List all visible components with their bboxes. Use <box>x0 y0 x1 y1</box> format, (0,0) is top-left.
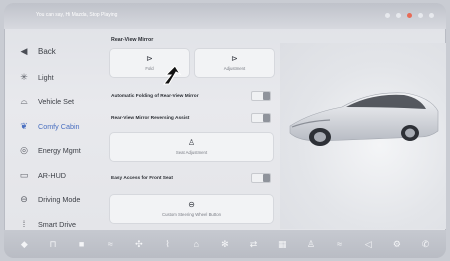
reversing-assist-row: Rear-View Mirror Reversing Assist <box>107 107 279 129</box>
sidebar: ◀ Back ✳ Light ⌓ Vehicle Set ❦ Comfy Cab… <box>4 37 108 237</box>
voice-hint: You can say, Hi Mazda, Stop Playing <box>36 12 118 18</box>
adjustment-button[interactable]: ⊳ Adjustment <box>195 49 274 77</box>
light-icon: ✳ <box>20 71 28 82</box>
sidebar-item-label: Light <box>38 72 54 82</box>
easy-access-row: Easy Access for Front Seat <box>107 167 279 189</box>
easy-access-toggle[interactable] <box>251 173 271 183</box>
back-button[interactable]: ◀ Back <box>4 37 108 65</box>
seat-icon: ❦ <box>20 120 28 131</box>
hud-icon: ▭ <box>19 169 29 180</box>
section-title: Rear-View Mirror <box>111 37 154 43</box>
sidebar-item-label: Comfy Cabin <box>38 121 80 131</box>
mirror-button-row: ⊳ Fold ⊳ Adjustment <box>107 49 279 77</box>
reversing-assist-toggle[interactable] <box>251 113 271 123</box>
menu-icon[interactable]: ■ <box>75 239 89 249</box>
sidebar-item-light[interactable]: ✳ Light <box>4 65 108 90</box>
status-bar: You can say, Hi Mazda, Stop Playing <box>4 3 446 29</box>
fan-icon[interactable]: ✣ <box>132 239 146 250</box>
steering-wheel-button[interactable]: ⊖ Custom Steering Wheel Button <box>110 195 273 223</box>
seat-heat-icon[interactable]: ⌇ <box>161 239 175 250</box>
adjustment-label: Adjustment <box>223 66 246 71</box>
mirror-adjust-icon: ⊳ <box>231 54 238 63</box>
sidebar-item-label: Energy Mgmt <box>38 146 81 156</box>
apps-icon[interactable]: ⊓ <box>46 239 60 250</box>
phone-icon[interactable]: ✆ <box>419 239 433 250</box>
volume-icon[interactable]: ◁ <box>361 239 375 250</box>
ac-icon[interactable]: ✻ <box>218 239 232 250</box>
rear-defrost-icon[interactable]: ▦ <box>275 239 289 250</box>
sidebar-item-label: AR-HUD <box>38 170 66 180</box>
steering-button-label: Custom Steering Wheel Button <box>162 212 221 217</box>
sidebar-item-label: Vehicle Set <box>38 97 74 107</box>
settings-panel: Rear-View Mirror ⊳ Fold ⊳ Adjustment Aut… <box>107 33 279 223</box>
bottom-dock: ◆ ⊓ ■ ≈ ✣ ⌇ ⌂ ✻ ⇄ ▦ ♙ ≈ ◁ ⚙ ✆ <box>4 230 446 258</box>
reversing-assist-label: Rear-View Mirror Reversing Assist <box>111 115 190 121</box>
defrost-icon[interactable]: ⌂ <box>189 239 203 249</box>
temperature-icon[interactable]: ≈ <box>103 239 117 249</box>
fold-label: Fold <box>145 66 154 71</box>
airflow-icon[interactable]: ⇄ <box>247 239 261 250</box>
home-icon[interactable]: ◆ <box>17 239 31 250</box>
easy-access-label: Easy Access for Front Seat <box>111 175 173 181</box>
seat-adjustment-button[interactable]: ♙ Seat Adjustment <box>110 133 273 161</box>
status-icons <box>385 13 434 18</box>
sidebar-item-ar-hud[interactable]: ▭ AR-HUD <box>4 163 108 188</box>
back-label: Back <box>38 46 56 56</box>
temperature-right-icon[interactable]: ≈ <box>333 239 347 249</box>
sidebar-item-vehicle-set[interactable]: ⌓ Vehicle Set <box>4 90 108 115</box>
status-dot-icon <box>396 13 401 18</box>
settings-icon[interactable]: ⚙ <box>390 239 404 250</box>
energy-icon: ◎ <box>20 145 28 156</box>
auto-fold-label: Automatic Folding of Rear-View Mirror <box>111 93 199 99</box>
app-window: You can say, Hi Mazda, Stop Playing ◀ Ba… <box>4 3 446 258</box>
car-image <box>289 92 439 146</box>
user-avatar-icon[interactable] <box>407 13 412 18</box>
passenger-seat-icon[interactable]: ♙ <box>304 239 318 250</box>
status-dot-icon <box>418 13 423 18</box>
sidebar-item-label: Smart Drive <box>38 219 76 229</box>
car-preview <box>280 43 446 229</box>
status-dot-icon <box>429 13 434 18</box>
sidebar-item-label: Driving Mode <box>38 195 81 205</box>
cursor-arrow-icon <box>162 65 182 85</box>
smart-drive-icon: ⁞ <box>22 219 26 230</box>
car-outline-icon: ⌓ <box>20 96 28 107</box>
sidebar-item-driving-mode[interactable]: ⊖ Driving Mode <box>4 188 108 213</box>
auto-fold-toggle[interactable] <box>251 91 271 101</box>
steering-icon: ⊖ <box>20 194 28 205</box>
sidebar-item-energy-mgmt[interactable]: ◎ Energy Mgmt <box>4 139 108 164</box>
mirror-fold-icon: ⊳ <box>146 54 153 63</box>
auto-fold-row: Automatic Folding of Rear-View Mirror <box>107 85 279 107</box>
status-dot-icon <box>385 13 390 18</box>
seat-adjustment-label: Seat Adjustment <box>175 150 208 155</box>
back-arrow-icon: ◀ <box>20 45 28 56</box>
steering-wheel-icon: ⊖ <box>188 200 195 209</box>
seat-adjust-icon: ♙ <box>187 138 196 147</box>
sidebar-item-comfy-cabin[interactable]: ❦ Comfy Cabin <box>4 114 108 139</box>
